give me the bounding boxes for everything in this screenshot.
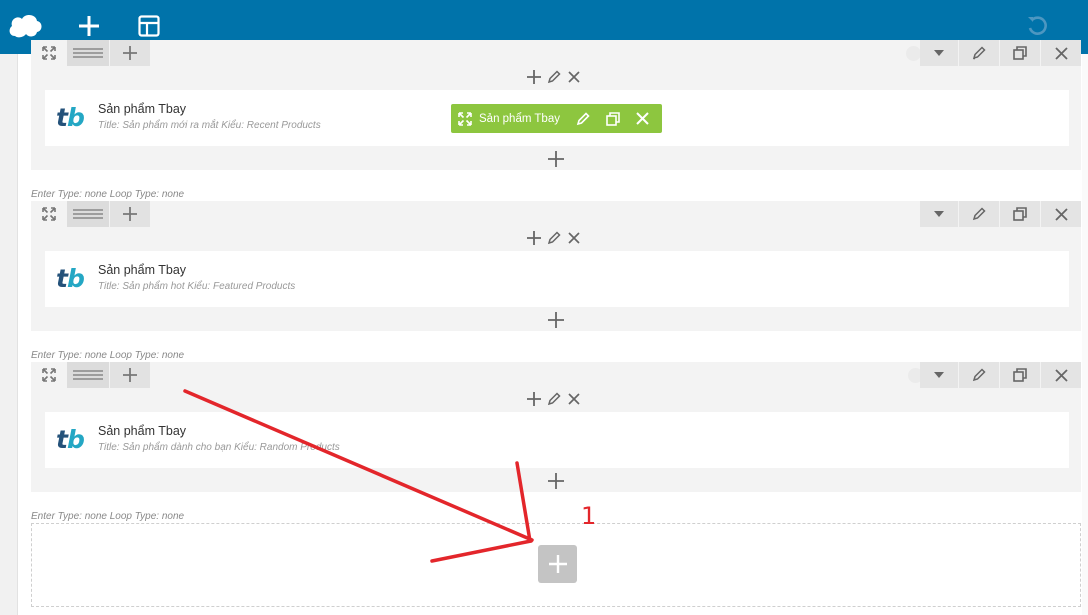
- tbay-logo: tb: [56, 425, 85, 454]
- cloud-logo-icon[interactable]: [6, 8, 44, 44]
- plus-icon[interactable]: [70, 8, 108, 44]
- move-icon[interactable]: [451, 104, 479, 133]
- element-meta: Title: Sản phẩm mới ra mắt Kiểu: Recent …: [98, 120, 321, 131]
- element-name: Sản phẩm Tbay: [98, 263, 187, 277]
- expand-icon[interactable]: [31, 201, 67, 227]
- pencil-icon[interactable]: [546, 230, 562, 246]
- left-gutter: [0, 54, 18, 615]
- undo-icon[interactable]: [1018, 8, 1056, 44]
- tbay-logo: tb: [56, 103, 85, 132]
- drag-handle-icon[interactable]: [67, 201, 109, 227]
- column-tools: [526, 391, 582, 407]
- add-row-button[interactable]: [538, 545, 577, 583]
- pencil-icon[interactable]: [568, 104, 598, 133]
- add-element-icon[interactable]: [546, 471, 566, 491]
- row-3: tb Sản phẩm Tbay Title: Sản phẩm dành ch…: [31, 362, 1081, 492]
- row-meta: Enter Type: none Loop Type: none: [31, 189, 185, 200]
- tbay-logo: tb: [56, 264, 85, 293]
- expand-icon[interactable]: [31, 40, 67, 66]
- layout-icon[interactable]: [130, 8, 168, 44]
- add-column-icon[interactable]: [110, 362, 150, 388]
- add-column-icon[interactable]: [110, 40, 150, 66]
- pencil-icon[interactable]: [959, 40, 999, 66]
- add-element-icon[interactable]: [546, 149, 566, 169]
- plus-icon[interactable]: [526, 391, 542, 407]
- close-icon[interactable]: [566, 69, 582, 85]
- row-controls: [31, 362, 150, 388]
- chevron-down-icon[interactable]: [920, 362, 958, 388]
- empty-row-dropzone: [31, 523, 1081, 607]
- element-meta: Title: Sản phẩm dành cho bạn Kiểu: Rando…: [98, 442, 340, 453]
- drag-handle-icon[interactable]: [67, 362, 109, 388]
- row-actions: [920, 40, 1081, 66]
- row-meta: Enter Type: none Loop Type: none: [31, 511, 185, 522]
- element-meta: Title: Sản phẩm hot Kiểu: Featured Produ…: [98, 281, 296, 292]
- plus-icon[interactable]: [526, 230, 542, 246]
- close-icon[interactable]: [1041, 40, 1081, 66]
- row-controls: [31, 40, 150, 66]
- row-controls: [31, 201, 150, 227]
- chevron-down-icon[interactable]: [920, 201, 958, 227]
- column-tools: [526, 230, 582, 246]
- status-dot: [906, 46, 921, 61]
- duplicate-icon[interactable]: [1000, 201, 1040, 227]
- duplicate-icon[interactable]: [1000, 362, 1040, 388]
- duplicate-icon[interactable]: [598, 104, 628, 133]
- expand-icon[interactable]: [31, 362, 67, 388]
- chevron-down-icon[interactable]: [920, 40, 958, 66]
- element-name: Sản phẩm Tbay: [98, 424, 187, 438]
- pencil-icon[interactable]: [546, 391, 562, 407]
- close-icon[interactable]: [1041, 362, 1081, 388]
- row-meta: Enter Type: none Loop Type: none: [31, 350, 185, 361]
- element-hover-toolbar: Sản phẩm Tbay: [451, 104, 662, 133]
- close-icon[interactable]: [566, 391, 582, 407]
- add-element-icon[interactable]: [546, 310, 566, 330]
- row-actions: [920, 362, 1081, 388]
- pencil-icon[interactable]: [959, 362, 999, 388]
- row-actions: [920, 201, 1081, 227]
- plus-icon[interactable]: [526, 69, 542, 85]
- close-icon[interactable]: [566, 230, 582, 246]
- pencil-icon[interactable]: [959, 201, 999, 227]
- element-block[interactable]: tb Sản phẩm Tbay Title: Sản phẩm hot Kiể…: [45, 251, 1069, 307]
- element-block[interactable]: tb Sản phẩm Tbay Title: Sản phẩm dành ch…: [45, 412, 1069, 468]
- drag-handle-icon[interactable]: [67, 40, 109, 66]
- annotation-number: 1: [581, 502, 597, 530]
- close-icon[interactable]: [628, 104, 658, 133]
- duplicate-icon[interactable]: [1000, 40, 1040, 66]
- hover-toolbar-label: Sản phẩm Tbay: [479, 112, 560, 125]
- column-tools: [526, 69, 582, 85]
- element-name: Sản phẩm Tbay: [98, 102, 187, 116]
- row-2: tb Sản phẩm Tbay Title: Sản phẩm hot Kiể…: [31, 201, 1081, 331]
- right-edge: [1082, 54, 1088, 615]
- close-icon[interactable]: [1041, 201, 1081, 227]
- add-column-icon[interactable]: [110, 201, 150, 227]
- pencil-icon[interactable]: [546, 69, 562, 85]
